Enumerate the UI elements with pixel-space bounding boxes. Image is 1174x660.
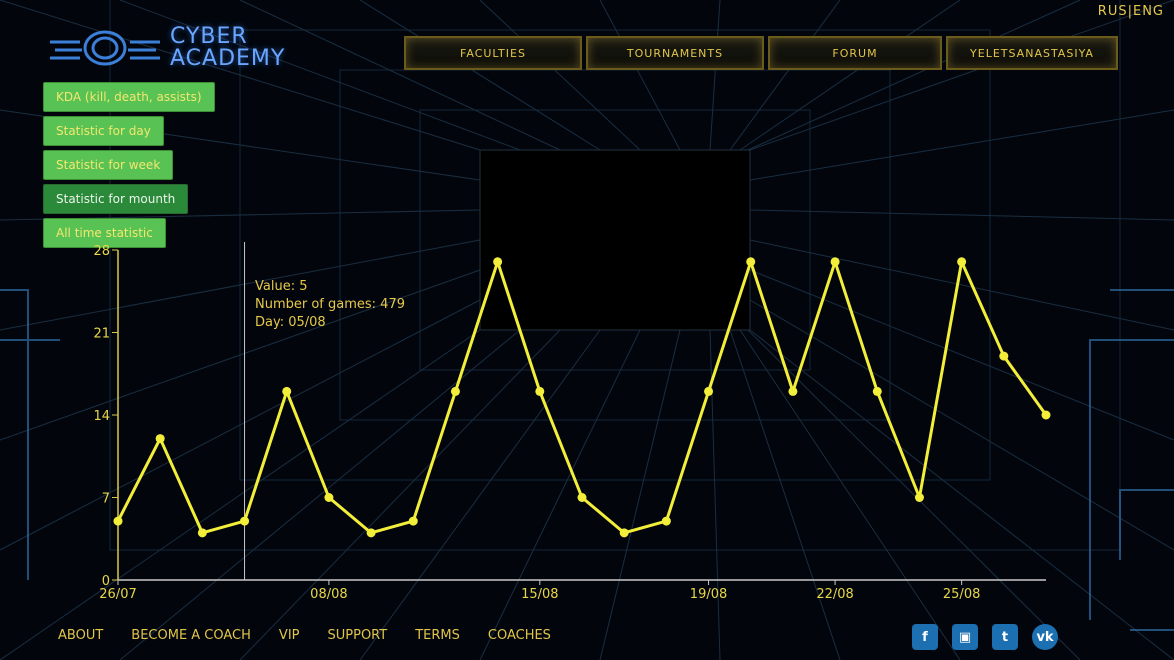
twitch-icon[interactable]: ▣ [952,624,978,650]
data-point [240,516,250,526]
footer-vip-link[interactable]: VIP [279,628,300,643]
footer-become-coach-link[interactable]: BECOME A COACH [131,628,251,643]
tooltip-day: Day: 05/08 [255,315,326,330]
statistics-menu: KDA (kill, death, assists) Statistic for… [43,82,215,252]
cyber-academy-logo[interactable]: CYBER ACADEMY [50,24,310,80]
chart-tooltip: Value: 5 Number of games: 479 Day: 05/08 [255,278,405,332]
nav-tournaments[interactable]: Tournaments [586,36,764,70]
statistic-day-button[interactable]: Statistic for day [43,116,164,146]
y-tick-label: 21 [93,327,110,342]
data-point [788,386,798,396]
x-tick-label: 25/08 [943,587,980,602]
vk-icon[interactable]: vk [1032,624,1058,650]
data-point [324,493,334,502]
y-tick-label: 28 [93,244,110,259]
data-point [661,516,671,526]
statistic-month-button[interactable]: Statistic for mounth [43,184,189,214]
data-point [155,434,165,444]
footer-support-link[interactable]: SUPPORT [328,628,388,643]
statistics-line-chart[interactable]: 0714212826/07 08/08 15/08 19/08 22/08 25/08 [0,230,1174,610]
x-tick-label: 26/07 [99,587,136,602]
statistic-week-button[interactable]: Statistic for week [43,150,174,180]
y-tick-label: 14 [93,409,110,424]
tooltip-games: Number of games: 479 [255,297,405,312]
logo-wordmark: CYBER ACADEMY [170,26,285,70]
data-point [535,386,545,396]
data-point [450,386,460,396]
nav-user-profile[interactable]: yeletsanastasiya [946,36,1118,70]
x-tick-label: 22/08 [816,587,853,602]
data-point [197,528,207,538]
y-tick-label: 7 [102,492,110,507]
data-point [493,257,503,267]
logo-line-1: CYBER [170,24,248,49]
data-point [113,516,123,526]
data-point [577,493,587,502]
top-navigation: Faculties Tournaments Forum yeletsanasta… [404,36,1118,70]
data-point [408,516,418,526]
tooltip-value: Value: 5 [255,279,308,294]
nav-faculties[interactable]: Faculties [404,36,582,70]
x-tick-label: 19/08 [690,587,727,602]
data-point [872,386,882,396]
data-point [957,257,967,267]
data-point [619,528,629,538]
language-switcher[interactable]: RUS|ENG [1098,4,1164,19]
nav-forum[interactable]: Forum [768,36,942,70]
data-point [914,493,924,502]
data-point [282,386,292,396]
data-point [746,257,756,267]
footer-links: ABOUT BECOME A COACH VIP SUPPORT TERMS C… [58,628,551,643]
data-point [830,257,840,267]
data-point [366,528,376,538]
social-links: f ▣ t vk [912,624,1058,650]
data-point [1041,410,1051,420]
data-point [704,386,714,396]
footer-coaches-link[interactable]: COACHES [488,628,551,643]
footer-about-link[interactable]: ABOUT [58,628,103,643]
data-point [999,351,1009,361]
twitter-icon[interactable]: t [992,624,1018,650]
kda-button[interactable]: KDA (kill, death, assists) [43,82,215,112]
x-tick-label: 15/08 [521,587,558,602]
logo-line-2: ACADEMY [170,46,286,71]
x-tick-label: 08/08 [310,587,347,602]
footer-terms-link[interactable]: TERMS [415,628,460,643]
cyber-academy-logo-icon [50,30,160,66]
facebook-icon[interactable]: f [912,624,938,650]
